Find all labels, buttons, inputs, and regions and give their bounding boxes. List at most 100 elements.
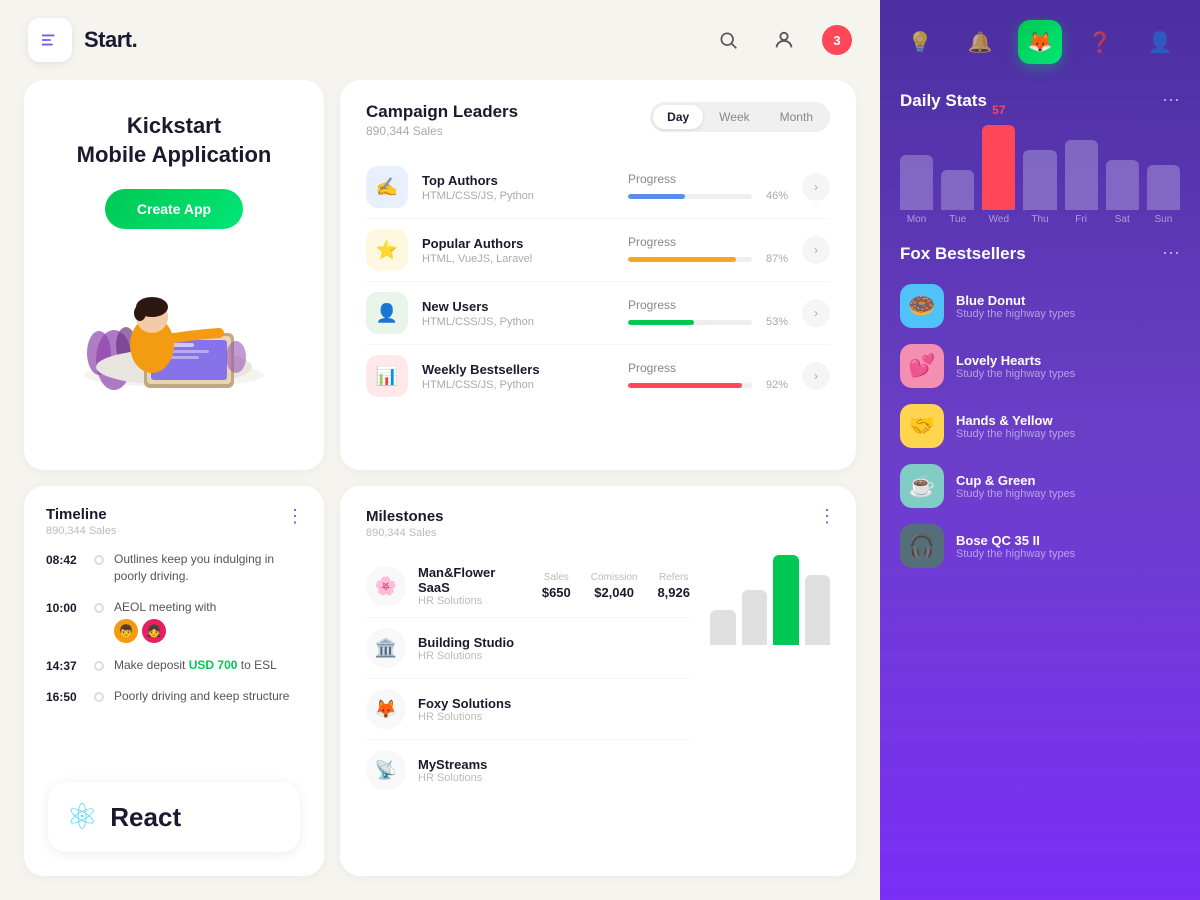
milestone-row: 🦊 Foxy Solutions HR Solutions	[366, 679, 690, 740]
highlight-text: USD 700	[189, 658, 238, 672]
row-chevron[interactable]: ›	[802, 299, 830, 327]
ms-sub: HR Solutions	[418, 595, 530, 607]
progress-bar-wrap: 92%	[628, 379, 788, 391]
row-info: New Users HTML/CSS/JS, Python	[422, 299, 614, 328]
user-icon[interactable]: 👤	[1138, 20, 1182, 64]
tab-week[interactable]: Week	[705, 105, 763, 129]
ms-info: Man&Flower SaaS HR Solutions	[418, 565, 530, 607]
row-icon: ✍️	[366, 166, 408, 208]
ms-info: Foxy Solutions HR Solutions	[418, 696, 690, 723]
progress-bar-wrap: 87%	[628, 253, 788, 265]
notification-badge[interactable]: 3	[822, 25, 852, 55]
row-name: Popular Authors	[422, 236, 614, 251]
row-name: Top Authors	[422, 173, 614, 188]
tl-text: AEOL meeting with	[114, 599, 216, 616]
create-app-button[interactable]: Create App	[105, 189, 243, 229]
row-progress: Progress 87%	[628, 235, 788, 265]
campaign-row: ⭐ Popular Authors HTML, VueJS, Laravel P…	[366, 219, 830, 282]
chart-wrap: Mon Tue 57 Wed Thu Fri Sat Sun	[900, 125, 1180, 225]
search-icon[interactable]	[710, 22, 746, 58]
tl-dot	[94, 555, 104, 565]
progress-label: Progress	[628, 172, 788, 186]
chart-bar	[1106, 160, 1139, 210]
bs-sub: Study the highway types	[956, 308, 1180, 320]
tl-text: Poorly driving and keep structure	[114, 688, 289, 705]
timeline-menu-dots[interactable]: ⋮	[286, 506, 304, 527]
tl-content: Poorly driving and keep structure	[114, 688, 289, 705]
row-info: Top Authors HTML/CSS/JS, Python	[422, 173, 614, 202]
progress-label: Progress	[628, 298, 788, 312]
chart-day-label: Wed	[989, 214, 1009, 225]
progress-bar-fill	[628, 320, 694, 325]
tl-time: 16:50	[46, 688, 84, 704]
logo-icon[interactable]	[28, 18, 72, 62]
row-info: Weekly Bestsellers HTML/CSS/JS, Python	[422, 362, 614, 391]
row-chevron[interactable]: ›	[802, 236, 830, 264]
bs-sub: Study the highway types	[956, 488, 1180, 500]
row-chevron[interactable]: ›	[802, 362, 830, 390]
tl-content: AEOL meeting with 👦 👧	[114, 599, 216, 644]
progress-pct: 46%	[760, 190, 788, 202]
chart-bar	[1023, 150, 1056, 210]
daily-stats-header: Daily Stats ⋯	[900, 90, 1180, 111]
ms-info: Building Studio HR Solutions	[418, 635, 690, 662]
bs-info: Hands & Yellow Study the highway types	[956, 413, 1180, 440]
fox-icon[interactable]: 🦊	[1018, 20, 1062, 64]
bs-info: Lovely Hearts Study the highway types	[956, 353, 1180, 380]
milestone-row: 🌸 Man&Flower SaaS HR Solutions Sales $65…	[366, 555, 690, 618]
campaign-rows: ✍️ Top Authors HTML/CSS/JS, Python Progr…	[366, 156, 830, 407]
bs-thumbnail: 🍩	[900, 284, 944, 328]
bs-thumbnail: 💕	[900, 344, 944, 388]
tl-avatar: 👦	[114, 619, 138, 643]
bestseller-item: 💕 Lovely Hearts Study the highway types	[900, 336, 1180, 396]
row-tech: HTML/CSS/JS, Python	[422, 190, 614, 202]
react-footer: ⚛ React	[48, 782, 300, 852]
milestones-menu-dots[interactable]: ⋮	[818, 506, 836, 527]
timeline-item: 08:42 Outlines keep you indulging in poo…	[46, 551, 302, 585]
ms-name: Man&Flower SaaS	[418, 565, 530, 595]
ms-chart-bar	[805, 575, 831, 645]
tab-day[interactable]: Day	[653, 105, 703, 129]
campaign-subtitle: 890,344 Sales	[366, 124, 518, 138]
campaign-row: 📊 Weekly Bestsellers HTML/CSS/JS, Python…	[366, 345, 830, 407]
bs-thumbnail: ☕	[900, 464, 944, 508]
user-avatar-icon[interactable]	[766, 22, 802, 58]
timeline-card: Timeline 890,344 Sales ⋮ 08:42 Outlines …	[24, 486, 324, 876]
bestsellers-dots[interactable]: ⋯	[1162, 243, 1180, 264]
tl-avatar: 👧	[142, 619, 166, 643]
tl-dot	[94, 692, 104, 702]
help-icon[interactable]: ❓	[1078, 20, 1122, 64]
milestone-list: 🌸 Man&Flower SaaS HR Solutions Sales $65…	[366, 555, 690, 800]
row-icon: 📊	[366, 355, 408, 397]
row-chevron[interactable]: ›	[802, 173, 830, 201]
chart-bar	[1147, 165, 1180, 210]
chart-day-label: Thu	[1031, 214, 1048, 225]
tl-content: Outlines keep you indulging in poorly dr…	[114, 551, 302, 585]
milestone-header: Milestones 890,344 Sales ⋮	[366, 508, 830, 539]
bs-sub: Study the highway types	[956, 548, 1180, 560]
progress-bar-wrap: 53%	[628, 316, 788, 328]
lightbulb-icon[interactable]: 💡	[898, 20, 942, 64]
chart-day-label: Sat	[1115, 214, 1130, 225]
tl-dot	[94, 603, 104, 613]
bs-sub: Study the highway types	[956, 428, 1180, 440]
tab-month[interactable]: Month	[766, 105, 827, 129]
kickstart-title: Kickstart Mobile Application	[77, 112, 272, 169]
bs-sub: Study the highway types	[956, 368, 1180, 380]
sidebar-top-icons: 💡 🔔 🦊 ❓ 👤	[880, 0, 1200, 74]
chart-bar-item: Fri	[1065, 140, 1098, 225]
chart-bar-item: Sat	[1106, 160, 1139, 225]
progress-bar-wrap: 46%	[628, 190, 788, 202]
chart-bar-item: 57 Wed	[982, 101, 1015, 225]
chart-day-label: Mon	[907, 214, 926, 225]
bs-info: Cup & Green Study the highway types	[956, 473, 1180, 500]
notification-icon[interactable]: 🔔	[958, 20, 1002, 64]
chart-bars: Mon Tue 57 Wed Thu Fri Sat Sun	[900, 125, 1180, 225]
chart-bar	[982, 125, 1015, 210]
bs-name: Bose QC 35 II	[956, 533, 1180, 548]
campaign-title: Campaign Leaders	[366, 102, 518, 122]
peak-number: 57	[992, 103, 1005, 117]
campaign-header: Campaign Leaders 890,344 Sales Day Week …	[366, 102, 830, 138]
progress-label: Progress	[628, 235, 788, 249]
daily-stats-dots[interactable]: ⋯	[1162, 90, 1180, 111]
